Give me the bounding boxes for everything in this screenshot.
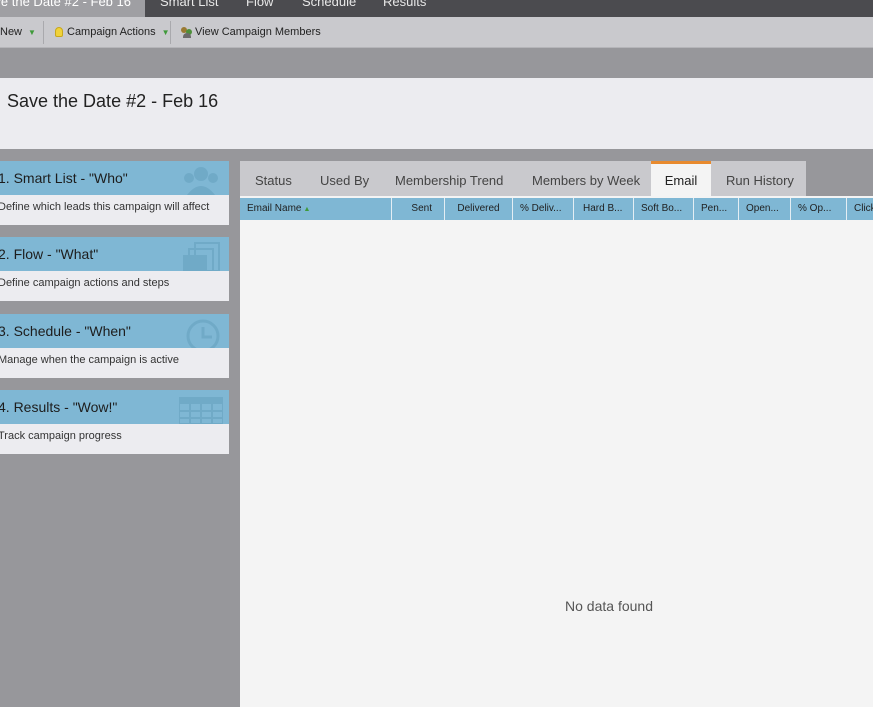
email-grid-panel: Email Name ▲ Sent Delivered % Deliv... Ha… [240, 196, 873, 707]
new-button[interactable]: New ▼ [0, 26, 36, 38]
card-header: 4. Results - "Wow!" [0, 390, 229, 424]
card-title: 3. Schedule - "When" [0, 323, 131, 339]
toolbar: New ▼ Campaign Actions ▼ View Campaign M… [0, 17, 873, 48]
column-header-clicked[interactable]: Click [847, 198, 873, 220]
lightbulb-icon [55, 27, 63, 37]
grid-header: Email Name ▲ Sent Delivered % Deliv... Ha… [240, 196, 873, 220]
toolbar-divider [43, 21, 44, 44]
card-title: 2. Flow - "What" [0, 246, 99, 262]
toolbar-divider [170, 21, 171, 44]
card-description: Track campaign progress [0, 430, 122, 442]
campaign-actions-label: Campaign Actions [67, 26, 156, 38]
campaign-actions-button[interactable]: Campaign Actions ▼ [55, 26, 170, 38]
page-title: Save the Date #2 - Feb 16 [7, 91, 219, 111]
column-header-soft-bounce[interactable]: Soft Bo... [634, 198, 694, 220]
card-description: Manage when the campaign is active [0, 354, 179, 366]
sort-arrow-icon: ▲ [303, 206, 311, 213]
column-header-pct-delivered[interactable]: % Deliv... [513, 198, 574, 220]
tab-run-history[interactable]: Run History [726, 161, 794, 196]
tab-members-by-week[interactable]: Members by Week [532, 161, 640, 196]
card-description: Define which leads this campaign will af… [0, 201, 210, 213]
tab-schedule[interactable]: Schedule [302, 0, 356, 17]
card-flow[interactable]: 2. Flow - "What" Define campaign actions… [0, 237, 229, 301]
chevron-down-icon: ▼ [161, 27, 170, 37]
view-campaign-members-label: View Campaign Members [195, 26, 321, 38]
column-label: Email Name [247, 203, 302, 214]
tab-status[interactable]: Status [255, 161, 292, 196]
tab-used-by[interactable]: Used By [320, 161, 369, 196]
column-header-sent[interactable]: Sent [392, 198, 445, 220]
clock-icon [186, 319, 220, 348]
people-icon [181, 26, 193, 38]
people-icon [184, 167, 218, 195]
new-label: New [0, 26, 23, 38]
view-campaign-members-button[interactable]: View Campaign Members [181, 26, 321, 38]
title-band: Save the Date #2 - Feb 16 [0, 78, 873, 149]
column-header-delivered[interactable]: Delivered [445, 198, 513, 220]
table-icon [179, 397, 223, 424]
card-schedule[interactable]: 3. Schedule - "When" Manage when the cam… [0, 314, 229, 378]
card-header: 1. Smart List - "Who" [0, 161, 229, 195]
tab-membership-trend[interactable]: Membership Trend [395, 161, 503, 196]
tab-email[interactable]: Email [651, 161, 711, 196]
column-header-opened[interactable]: Open... [739, 198, 791, 220]
stack-icon [183, 242, 220, 271]
tab-flow[interactable]: Flow [246, 0, 273, 17]
column-header-pct-opened[interactable]: % Op... [791, 198, 847, 220]
top-tab-bar: ve the Date #2 - Feb 16 Smart List Flow … [0, 0, 873, 17]
card-title: 1. Smart List - "Who" [0, 170, 128, 186]
card-description: Define campaign actions and steps [0, 277, 170, 289]
card-header: 3. Schedule - "When" [0, 314, 229, 348]
card-title: 4. Results - "Wow!" [0, 399, 118, 415]
tab-smart-list[interactable]: Smart List [160, 0, 219, 17]
column-header-email-name[interactable]: Email Name ▲ [240, 198, 392, 220]
content-tab-strip: Status Used By Membership Trend Members … [240, 161, 806, 196]
column-header-pending[interactable]: Pen... [694, 198, 739, 220]
empty-state-message: No data found [565, 598, 653, 614]
card-results[interactable]: 4. Results - "Wow!" Track campaign progr… [0, 390, 229, 454]
card-header: 2. Flow - "What" [0, 237, 229, 271]
tab-campaign[interactable]: ve the Date #2 - Feb 16 [0, 0, 145, 17]
chevron-down-icon: ▼ [28, 27, 36, 37]
column-header-hard-bounce[interactable]: Hard B... [574, 198, 634, 220]
tab-results[interactable]: Results [383, 0, 426, 17]
card-smart-list[interactable]: 1. Smart List - "Who" Define which leads… [0, 161, 229, 225]
